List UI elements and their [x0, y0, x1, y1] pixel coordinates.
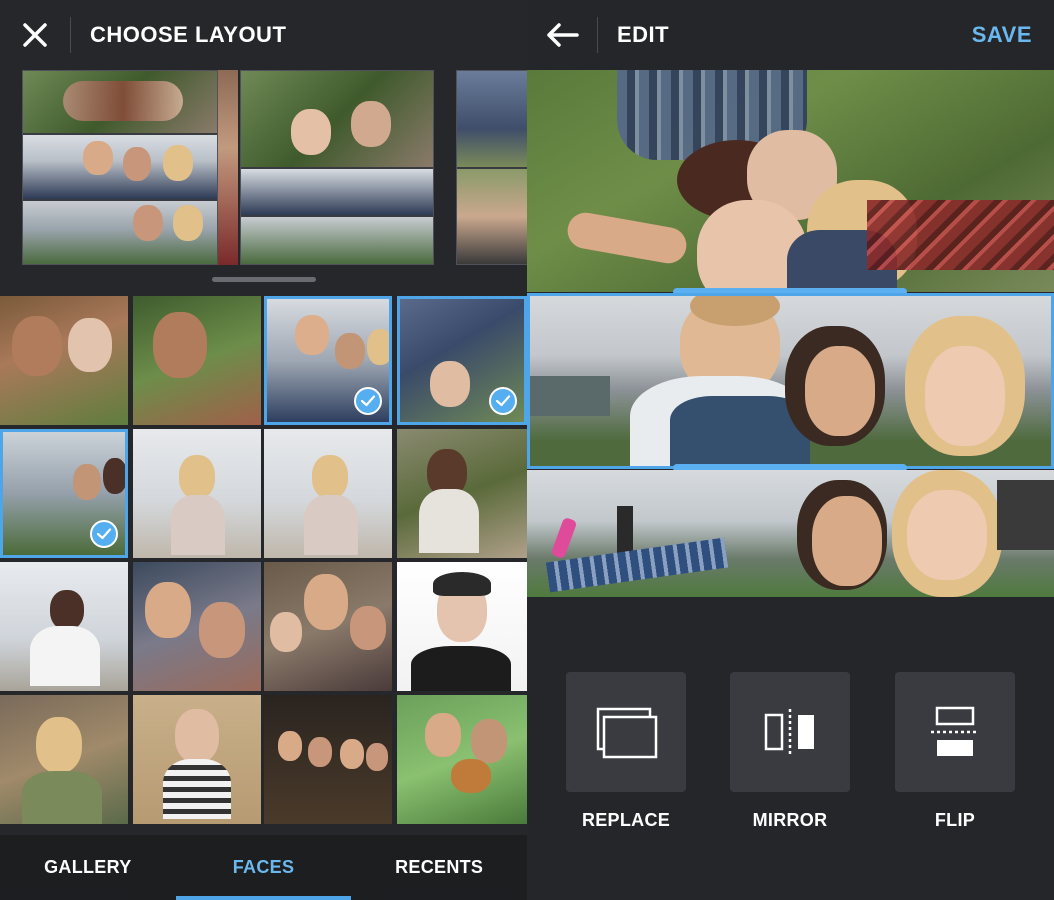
back-button[interactable] — [527, 0, 597, 70]
mirror-button[interactable] — [730, 672, 850, 792]
photo-thumbnail[interactable] — [397, 296, 527, 425]
close-button[interactable] — [0, 0, 70, 70]
collage-photo-middle-selected[interactable] — [527, 293, 1054, 469]
page-title: CHOOSE LAYOUT — [90, 22, 287, 47]
tab-faces[interactable]: FACES — [175, 835, 352, 900]
photo-thumbnail[interactable] — [133, 296, 261, 425]
arrow-left-icon — [547, 23, 579, 47]
replace-icon — [596, 707, 658, 759]
page-title: EDIT — [617, 22, 670, 47]
collage-photo-bottom[interactable] — [527, 470, 1054, 597]
layout-partial-photo — [218, 70, 238, 265]
layout-cell-photo — [241, 169, 433, 215]
photo-thumbnail[interactable] — [0, 562, 128, 691]
choose-layout-panel: CHOOSE LAYOUT GALLERY FACES RECENTS — [0, 0, 527, 900]
photo-thumbnail[interactable] — [0, 695, 128, 824]
photo-thumbnail[interactable] — [397, 695, 527, 824]
layout-scroll-handle[interactable] — [212, 277, 316, 282]
replace-label: REPLACE — [581, 810, 671, 830]
topbar-divider — [597, 17, 598, 53]
source-tab-bar: GALLERY FACES RECENTS — [0, 835, 527, 900]
mirror-label: MIRROR — [752, 810, 828, 830]
save-button[interactable]: SAVE — [972, 22, 1032, 48]
tab-gallery[interactable]: GALLERY — [0, 835, 176, 900]
layout-cell-photo — [23, 201, 217, 264]
layout-cell-photo — [23, 135, 217, 199]
photo-thumbnail[interactable] — [264, 562, 392, 691]
edit-panel: EDIT SAVE REPLACE MIRROR FLIP — [527, 0, 1054, 900]
selected-check-icon — [489, 387, 517, 415]
close-icon — [23, 23, 47, 47]
selected-check-icon — [354, 387, 382, 415]
mirror-icon — [764, 709, 814, 755]
edit-topbar: EDIT SAVE — [527, 0, 1054, 70]
layout-cell-photo — [457, 71, 527, 167]
layout-cell-photo — [457, 169, 527, 264]
photo-thumbnail[interactable] — [133, 429, 261, 558]
topbar-divider — [70, 17, 71, 53]
collage-photo-top[interactable] — [527, 70, 1054, 292]
layout-option[interactable] — [240, 70, 434, 265]
layout-option[interactable] — [22, 70, 218, 265]
replace-button[interactable] — [566, 672, 686, 792]
layout-option[interactable] — [456, 70, 527, 265]
flip-icon — [931, 706, 979, 756]
choose-layout-topbar: CHOOSE LAYOUT — [0, 0, 527, 70]
photo-thumbnail[interactable] — [133, 562, 261, 691]
photo-thumbnail[interactable] — [397, 429, 527, 558]
flip-label: FLIP — [934, 810, 976, 830]
photo-thumbnail[interactable] — [264, 695, 392, 824]
photo-thumbnail[interactable] — [0, 429, 128, 558]
layout-cell-photo — [23, 71, 217, 133]
photo-thumbnail[interactable] — [264, 429, 392, 558]
photo-thumbnail[interactable] — [264, 296, 392, 425]
photo-thumbnail[interactable] — [133, 695, 261, 824]
layout-options-strip[interactable] — [0, 70, 527, 266]
layout-cell-photo — [241, 71, 433, 167]
tab-recents[interactable]: RECENTS — [351, 835, 527, 900]
photo-thumbnail[interactable] — [0, 296, 128, 425]
photo-thumbnail[interactable] — [397, 562, 527, 691]
layout-cell-photo — [241, 217, 433, 264]
selected-check-icon — [90, 520, 118, 548]
flip-button[interactable] — [895, 672, 1015, 792]
